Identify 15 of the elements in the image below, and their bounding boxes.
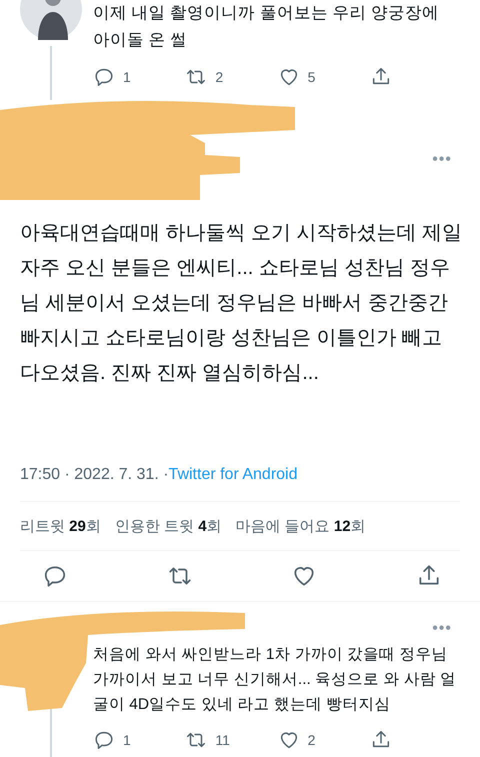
- reply-icon: [93, 729, 115, 751]
- tweet-text: 이제 내일 촬영이니까 풀어보는 우리 양궁장에 아이돌 온 썰: [93, 3, 440, 51]
- like-button[interactable]: 2: [278, 729, 338, 751]
- retweet-button[interactable]: 11: [185, 729, 246, 751]
- retweet-button[interactable]: 2: [185, 66, 246, 88]
- reply-button[interactable]: 1: [93, 729, 153, 751]
- tweet-timestamp: 17:50 · 2022. 7. 31. ·: [20, 466, 169, 484]
- tweet-text: 아육대연습때매 하나둘씩 오기 시작하셨는데 제일 자주 오신 분들은 엔씨티... 쇼타로님 성찬님 정우님 세분이서 오셨는데 정우님은 바빠서 중간중간 빠지시고 쇼타로님이랑 성찬님은 이틀인가 빼고 다오셨음. 진짜 진짜 열심히하심...: [19, 221, 464, 386]
- tweet-text: 처음에 와서 싸인받느라 1차 가까이 갔을때 정우님 가까이서 보고 너무 신기해서... 육성으로 와 사람 얼굴이 4D일수도 있네 라고 했는데 빵터지심: [93, 645, 458, 715]
- reply-icon: [93, 66, 115, 88]
- engagement-count[interactable]: 리트윗 29회: [20, 516, 101, 536]
- engagement-count[interactable]: 마음에 들어요 12회: [236, 516, 366, 536]
- engagement-count[interactable]: 인용한 트윗 4회: [114, 516, 222, 536]
- reply-button[interactable]: 1: [93, 66, 153, 88]
- like-button[interactable]: 5: [278, 66, 338, 88]
